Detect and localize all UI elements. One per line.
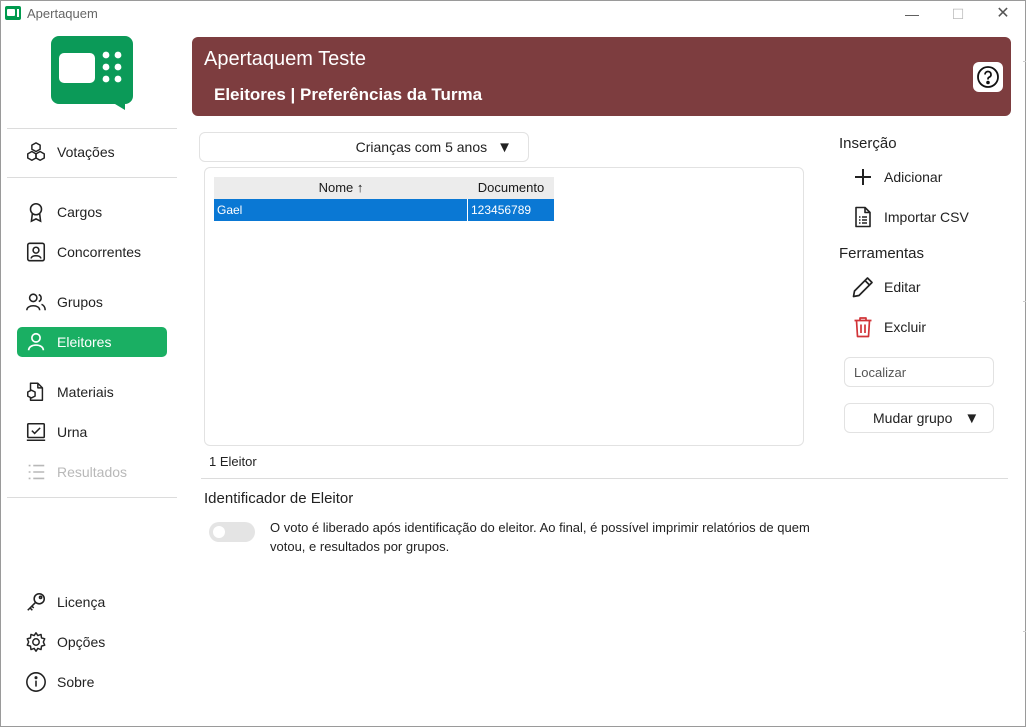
sidebar-item-label: Licença: [57, 594, 106, 610]
import-csv-button[interactable]: Importar CSV: [851, 205, 969, 229]
award-icon: [29, 202, 43, 223]
sidebar-divider: [7, 497, 177, 498]
edit-label: Editar: [884, 279, 921, 295]
change-group-dropdown[interactable]: Mudar grupo ▼: [844, 403, 994, 433]
sidebar-item-cargos[interactable]: Cargos: [17, 197, 167, 227]
dropdown-arrow-icon: ▼: [964, 409, 980, 427]
close-button[interactable]: ✕: [980, 1, 1026, 27]
voter-count: 1 Eleitor: [209, 454, 257, 469]
sidebar-item-votacoes[interactable]: Votações: [17, 137, 167, 167]
voter-identifier-toggle[interactable]: [209, 522, 255, 542]
trash-icon: [854, 317, 872, 338]
csv-document-icon: [855, 206, 871, 228]
sidebar-item-label: Opções: [57, 634, 106, 650]
insert-section-title: Inserção: [839, 135, 897, 152]
sidebar-item-label: Materiais: [57, 384, 114, 400]
sidebar-item-grupos[interactable]: Grupos: [17, 287, 167, 317]
add-label: Adicionar: [884, 169, 943, 185]
sidebar-item-licenca[interactable]: Licença: [17, 587, 167, 617]
table-header: Nome ↑ Documento: [214, 177, 554, 199]
sidebar-item-materiais[interactable]: Materiais: [17, 377, 167, 407]
sidebar-item-label: Eleitores: [57, 334, 112, 350]
voter-identifier-title: Identificador de Eleitor: [204, 490, 354, 507]
app-window: Apertaquem — ☐ ✕ Votações Cargos Concorr…: [0, 0, 1026, 727]
key-icon: [27, 592, 46, 611]
table-row[interactable]: Gael 123456789: [214, 199, 554, 221]
page-subtitle: Eleitores | Preferências da Turma: [214, 85, 483, 104]
edit-button[interactable]: Editar: [851, 275, 921, 299]
column-header-document[interactable]: Documento: [468, 177, 554, 199]
sidebar-item-concorrentes[interactable]: Concorrentes: [17, 237, 167, 267]
title-bar: Apertaquem — ☐ ✕: [1, 1, 1025, 27]
change-group-label: Mudar grupo: [873, 410, 953, 426]
cell-name: Gael: [217, 203, 243, 217]
people-icon: [26, 293, 46, 311]
sidebar-item-resultados[interactable]: Resultados: [17, 457, 167, 487]
cubes-icon: [27, 142, 45, 161]
maximize-button[interactable]: ☐: [935, 1, 981, 27]
contact-card-icon: [26, 242, 46, 262]
person-icon: [27, 332, 45, 351]
sidebar-item-label: Sobre: [57, 674, 95, 690]
dropdown-arrow-icon: ▼: [497, 138, 512, 156]
list-icon: [28, 464, 45, 480]
column-header-name[interactable]: Nome ↑: [214, 177, 468, 199]
window-title: Apertaquem: [27, 6, 98, 21]
cell-document: 123456789: [471, 203, 532, 217]
sidebar-divider: [7, 128, 177, 129]
info-icon: [26, 672, 46, 692]
add-button[interactable]: Adicionar: [851, 165, 942, 189]
sidebar-item-label: Urna: [57, 424, 88, 440]
page-header: Apertaquem Teste Eleitores | Preferência…: [192, 37, 1011, 116]
group-dropdown[interactable]: Crianças com 5 anos ▼: [199, 132, 529, 162]
section-divider: [201, 478, 1008, 479]
sidebar-item-label: Resultados: [57, 464, 128, 480]
sidebar-item-label: Concorrentes: [57, 244, 142, 260]
sidebar-item-sobre[interactable]: Sobre: [17, 667, 167, 697]
sidebar-item-urna[interactable]: Urna: [17, 417, 167, 447]
sidebar-divider: [7, 177, 177, 178]
sidebar-item-label: Votações: [57, 144, 115, 160]
pencil-icon: [852, 277, 873, 298]
voters-table: Nome ↑ Documento Gael 123456789: [204, 167, 804, 446]
search-input[interactable]: [844, 357, 994, 387]
sidebar-item-opcoes[interactable]: Opções: [17, 627, 167, 657]
page-title: Apertaquem Teste: [204, 48, 366, 70]
document-cube-icon: [27, 382, 44, 401]
toggle-knob: [213, 526, 225, 538]
delete-button[interactable]: Excluir: [851, 315, 926, 339]
ballot-box-icon: [26, 422, 46, 442]
sidebar-item-label: Cargos: [57, 204, 103, 220]
plus-icon: [855, 169, 871, 185]
tools-section-title: Ferramentas: [839, 245, 925, 262]
gear-icon: [26, 632, 46, 652]
app-logo: [51, 36, 133, 110]
app-icon: [5, 6, 21, 20]
import-csv-label: Importar CSV: [884, 209, 969, 225]
group-dropdown-value: Crianças com 5 anos: [355, 139, 488, 155]
voter-identifier-description: O voto é liberado após identificação do …: [270, 520, 810, 554]
delete-label: Excluir: [884, 319, 927, 335]
help-icon: [977, 66, 999, 88]
sidebar-item-eleitores[interactable]: Eleitores: [17, 327, 167, 357]
cell-divider: [467, 199, 468, 221]
sidebar-item-label: Grupos: [57, 294, 103, 310]
minimize-button[interactable]: —: [889, 1, 935, 27]
help-button[interactable]: [973, 62, 1003, 92]
